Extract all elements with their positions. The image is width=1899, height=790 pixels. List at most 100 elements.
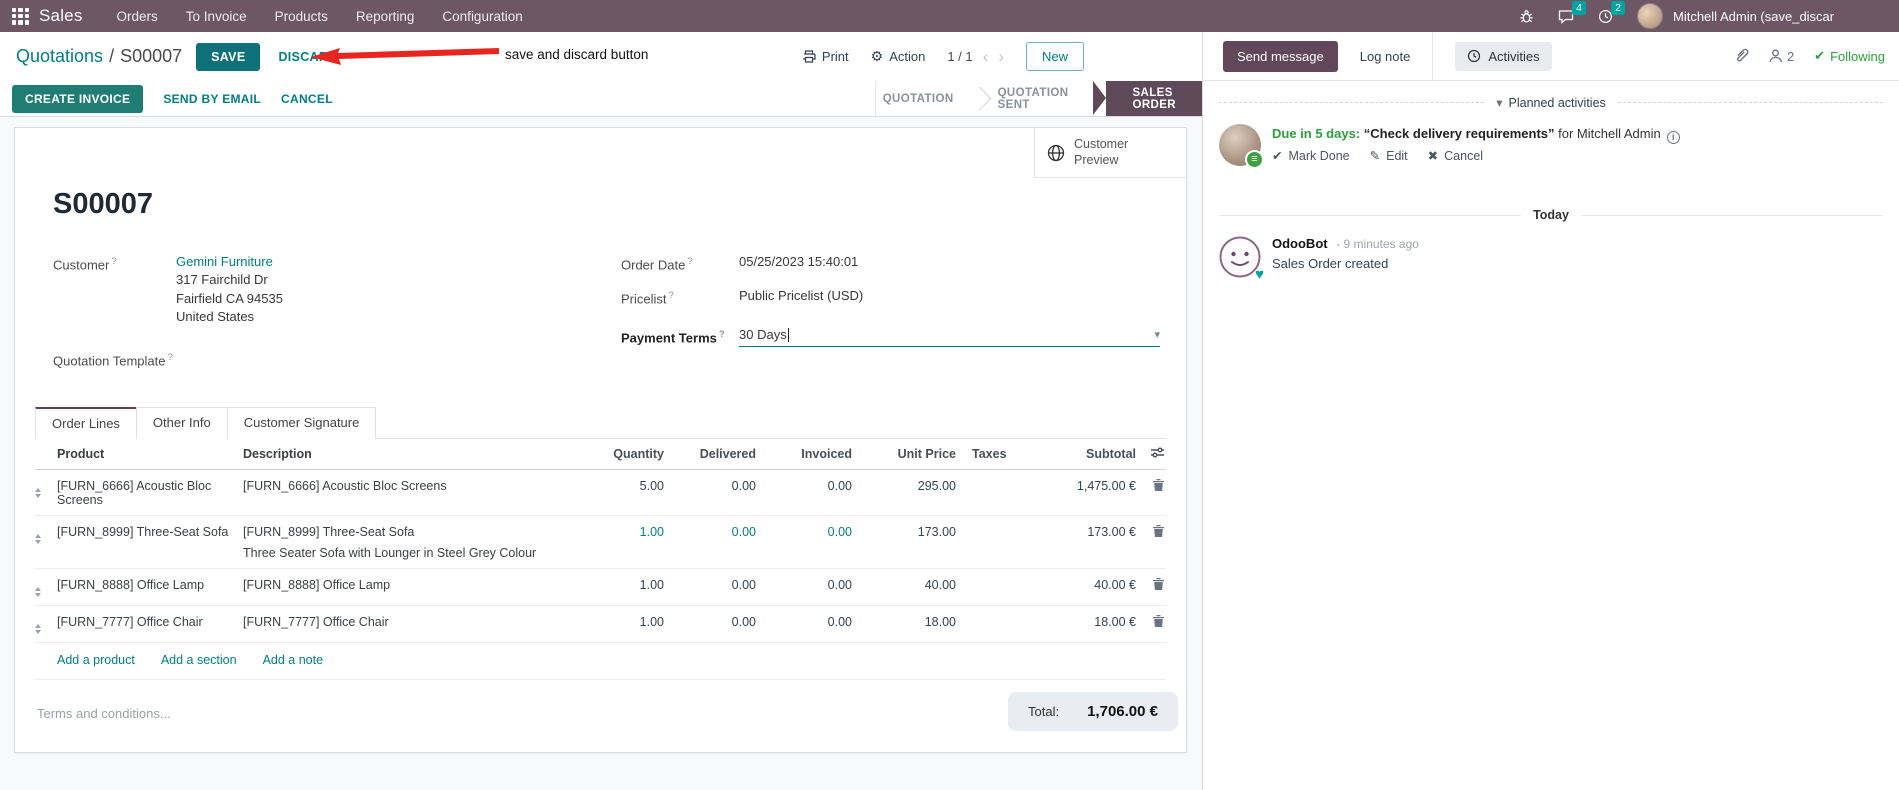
table-row[interactable]: [FURN_8999] Three-Seat Sofa [FURN_8999] … xyxy=(35,516,1166,569)
apps-grid-icon[interactable] xyxy=(12,7,29,25)
cell-product[interactable]: [FURN_6666] Acoustic Bloc Screens xyxy=(57,479,243,507)
cell-unit-price[interactable]: 173.00 xyxy=(852,525,956,539)
pricelist-value[interactable]: Public Pricelist (USD) xyxy=(739,287,863,308)
delete-line-icon[interactable] xyxy=(1136,577,1166,593)
pager-next-icon[interactable]: › xyxy=(998,47,1004,67)
delete-line-icon[interactable] xyxy=(1136,614,1166,630)
cell-description[interactable]: [FURN_8999] Three-Seat Sofa Three Seater … xyxy=(243,525,556,560)
planned-activities-toggle[interactable]: ▾ Planned activities xyxy=(1496,95,1606,111)
edit-activity-button[interactable]: ✎ Edit xyxy=(1370,148,1408,164)
print-button[interactable]: Print xyxy=(802,49,849,64)
cancel-activity-button[interactable]: ✖ Cancel xyxy=(1428,148,1483,164)
table-row[interactable]: [FURN_6666] Acoustic Bloc Screens [FURN_… xyxy=(35,470,1166,516)
tab-other-info[interactable]: Other Info xyxy=(135,406,228,439)
followers-button[interactable]: 2 xyxy=(1769,49,1794,64)
mark-done-button[interactable]: ✔ Mark Done xyxy=(1272,148,1350,164)
following-button[interactable]: ✔ Following xyxy=(1814,48,1885,64)
tab-customer-signature[interactable]: Customer Signature xyxy=(226,406,377,439)
menu-to-invoice[interactable]: To Invoice xyxy=(172,1,261,32)
message-author[interactable]: OdooBot xyxy=(1272,236,1328,251)
form-pane: Quotations / S00007 SAVE DISCARD save an… xyxy=(0,32,1203,790)
activities-button[interactable]: Activities xyxy=(1455,41,1552,71)
cell-quantity[interactable]: 1.00 xyxy=(556,615,664,629)
cell-invoiced[interactable]: 0.00 xyxy=(756,615,852,629)
col-taxes[interactable]: Taxes xyxy=(956,447,1018,461)
user-avatar[interactable] xyxy=(1637,3,1663,29)
menu-reporting[interactable]: Reporting xyxy=(342,1,429,32)
table-row[interactable]: [FURN_7777] Office Chair [FURN_7777] Off… xyxy=(35,606,1166,643)
col-quantity[interactable]: Quantity xyxy=(556,447,664,461)
drag-handle-icon[interactable] xyxy=(35,586,41,597)
log-note-button[interactable]: Log note xyxy=(1360,49,1411,64)
pager-previous-icon[interactable]: ‹ xyxy=(983,47,989,67)
debug-bug-icon[interactable] xyxy=(1509,5,1544,28)
user-name[interactable]: Mitchell Admin (save_discar xyxy=(1673,9,1899,24)
cell-unit-price[interactable]: 295.00 xyxy=(852,479,956,493)
new-button[interactable]: New xyxy=(1025,42,1084,71)
cell-product[interactable]: [FURN_8888] Office Lamp xyxy=(57,578,243,592)
stage-sales-order[interactable]: SALES ORDER xyxy=(1093,81,1202,116)
drag-handle-icon[interactable] xyxy=(35,623,41,634)
action-button[interactable]: ⚙ Action xyxy=(871,48,926,65)
cell-product[interactable]: [FURN_7777] Office Chair xyxy=(57,615,243,629)
cell-invoiced[interactable]: 0.00 xyxy=(756,525,852,539)
cell-invoiced[interactable]: 0.00 xyxy=(756,578,852,592)
cancel-button[interactable]: CANCEL xyxy=(271,85,343,113)
cell-unit-price[interactable]: 18.00 xyxy=(852,615,956,629)
menu-orders[interactable]: Orders xyxy=(103,1,172,32)
col-description[interactable]: Description xyxy=(243,447,556,461)
drag-handle-icon[interactable] xyxy=(35,487,41,498)
customer-preview-button[interactable]: Customer Preview xyxy=(1034,128,1186,178)
menu-products[interactable]: Products xyxy=(261,1,342,32)
save-button[interactable]: SAVE xyxy=(196,42,261,71)
cell-delivered[interactable]: 0.00 xyxy=(664,479,756,493)
cell-invoiced[interactable]: 0.00 xyxy=(756,479,852,493)
customer-link[interactable]: Gemini Furniture xyxy=(176,253,283,271)
attachments-button[interactable] xyxy=(1734,48,1749,64)
app-name[interactable]: Sales xyxy=(39,6,83,26)
cell-unit-price[interactable]: 40.00 xyxy=(852,578,956,592)
col-product[interactable]: Product xyxy=(57,447,243,461)
breadcrumb-quotations[interactable]: Quotations xyxy=(16,46,103,67)
stage-quotation[interactable]: QUOTATION xyxy=(861,81,976,116)
cell-description[interactable]: [FURN_7777] Office Chair xyxy=(243,615,556,629)
messages-icon[interactable]: 4 xyxy=(1548,0,1586,28)
col-subtotal[interactable]: Subtotal xyxy=(1018,447,1136,461)
cell-description[interactable]: [FURN_6666] Acoustic Bloc Screens xyxy=(243,479,556,493)
add-note-link[interactable]: Add a note xyxy=(263,653,323,667)
send-by-email-button[interactable]: SEND BY EMAIL xyxy=(153,85,271,113)
table-row[interactable]: [FURN_8888] Office Lamp [FURN_8888] Offi… xyxy=(35,569,1166,606)
quotation-template-field[interactable] xyxy=(173,349,621,370)
col-unit-price[interactable]: Unit Price xyxy=(852,447,956,461)
cell-delivered[interactable]: 0.00 xyxy=(664,578,756,592)
cell-quantity[interactable]: 1.00 xyxy=(556,525,664,539)
order-date-value[interactable]: 05/25/2023 15:40:01 xyxy=(739,253,858,274)
create-invoice-button[interactable]: CREATE INVOICE xyxy=(12,84,144,113)
terms-placeholder[interactable]: Terms and conditions... xyxy=(35,692,171,721)
tab-order-lines[interactable]: Order Lines xyxy=(35,406,137,439)
menu-configuration[interactable]: Configuration xyxy=(428,1,536,32)
payment-terms-input[interactable]: 30 Days ▾ xyxy=(739,326,1160,347)
col-delivered[interactable]: Delivered xyxy=(664,447,756,461)
cell-delivered[interactable]: 0.00 xyxy=(664,525,756,539)
adjust-columns-icon[interactable] xyxy=(1136,447,1166,461)
add-section-link[interactable]: Add a section xyxy=(161,653,237,667)
statusbar: CREATE INVOICE SEND BY EMAIL CANCEL QUOT… xyxy=(0,81,1202,117)
delete-line-icon[interactable] xyxy=(1136,524,1166,540)
odoobot-avatar[interactable]: ♥ xyxy=(1219,236,1264,283)
cell-delivered[interactable]: 0.00 xyxy=(664,615,756,629)
cell-quantity[interactable]: 1.00 xyxy=(556,578,664,592)
drag-handle-icon[interactable] xyxy=(35,533,41,544)
col-invoiced[interactable]: Invoiced xyxy=(756,447,852,461)
delete-line-icon[interactable] xyxy=(1136,478,1166,494)
send-message-button[interactable]: Send message xyxy=(1223,40,1338,72)
activity-avatar[interactable]: ≡ xyxy=(1219,124,1264,169)
add-product-link[interactable]: Add a product xyxy=(57,653,135,667)
cell-product[interactable]: [FURN_8999] Three-Seat Sofa xyxy=(57,525,243,539)
info-icon[interactable]: i xyxy=(1666,131,1680,145)
stage-quotation-sent[interactable]: QUOTATION SENT xyxy=(976,81,1091,116)
cell-quantity[interactable]: 5.00 xyxy=(556,479,664,493)
dropdown-caret-icon[interactable]: ▾ xyxy=(1154,326,1160,344)
cell-description[interactable]: [FURN_8888] Office Lamp xyxy=(243,578,556,592)
activities-clock-icon[interactable]: 2 xyxy=(1588,0,1625,28)
